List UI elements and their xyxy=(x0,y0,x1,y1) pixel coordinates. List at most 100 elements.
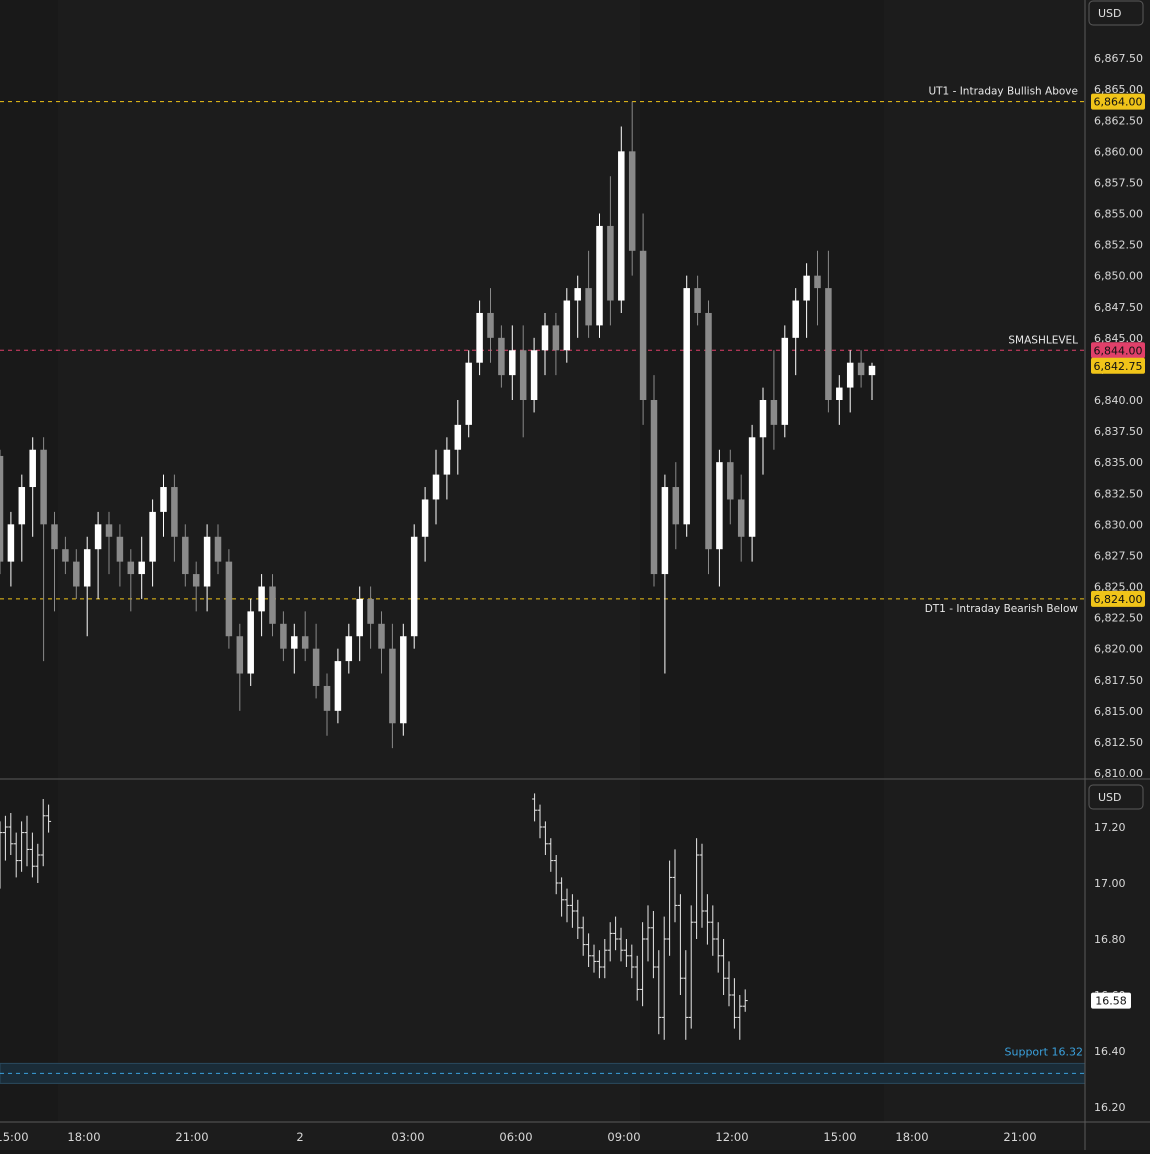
price-tick-label: 6,827.50 xyxy=(1094,549,1143,562)
candle-body xyxy=(476,312,483,363)
candle-body xyxy=(378,623,385,649)
last-price-badge-text: 6,842.75 xyxy=(1094,360,1143,373)
candle-body xyxy=(334,661,342,711)
currency-button-sub[interactable]: USD xyxy=(1088,784,1144,810)
price-tick-label: 6,837.50 xyxy=(1094,425,1143,438)
time-tick-label: 21:00 xyxy=(1003,1130,1036,1144)
candle-body xyxy=(737,499,745,537)
price-tick-label: 6,810.00 xyxy=(1094,767,1143,780)
price-tick-label: 6,835.00 xyxy=(1094,456,1143,469)
candle xyxy=(705,300,712,575)
price-tick-label: 6,855.00 xyxy=(1094,208,1143,221)
candle-body xyxy=(18,487,26,525)
candle-body xyxy=(836,387,843,400)
price-tick-label: 6,847.50 xyxy=(1094,301,1143,314)
level-label: DT1 - Intraday Bearish Below xyxy=(925,603,1079,615)
candle-body xyxy=(661,487,669,575)
candle-body xyxy=(160,487,167,512)
currency-button-main-label[interactable]: USD xyxy=(1098,7,1122,20)
candle-body xyxy=(225,561,233,637)
candle-body xyxy=(312,648,320,686)
candle-body xyxy=(203,536,211,587)
candle-body xyxy=(269,586,276,624)
candle-body xyxy=(345,636,353,662)
candle-body xyxy=(389,648,396,724)
candle-body xyxy=(29,449,36,488)
candle-body xyxy=(694,288,701,313)
candle xyxy=(596,213,603,338)
candle-body xyxy=(683,288,690,525)
candle-body xyxy=(116,536,124,562)
candle-body xyxy=(618,151,625,301)
candle-body xyxy=(291,636,298,649)
candle-body xyxy=(51,524,58,550)
price-tick-label: 6,850.00 xyxy=(1094,270,1143,283)
candle xyxy=(650,375,658,587)
candle-body xyxy=(410,536,418,637)
candle xyxy=(465,350,472,438)
indicator-last-badge-text: 16.58 xyxy=(1095,995,1127,1008)
candle-body xyxy=(770,400,778,425)
candle-body xyxy=(127,561,135,575)
candle-body xyxy=(846,362,854,388)
candle xyxy=(0,449,4,575)
level-label: SMASHLEVEL xyxy=(1008,334,1078,346)
candle-body xyxy=(192,574,200,587)
currency-button-sub-label[interactable]: USD xyxy=(1098,791,1122,804)
candle-body xyxy=(214,536,222,562)
candle xyxy=(618,126,625,313)
candle-body xyxy=(585,288,592,326)
candle-body xyxy=(367,598,374,624)
candle-body xyxy=(716,462,723,550)
indicator-tick-label: 16.40 xyxy=(1094,1045,1126,1058)
indicator-tick-label: 16.20 xyxy=(1094,1101,1126,1114)
time-tick-label: 09:00 xyxy=(607,1130,640,1144)
candle-body xyxy=(280,623,287,649)
candle-body xyxy=(400,636,407,724)
candle-body xyxy=(727,462,734,500)
candle-body xyxy=(236,636,244,674)
time-tick-label: 15:00 xyxy=(0,1130,29,1144)
candle-body xyxy=(454,424,462,450)
chart-background xyxy=(0,0,1150,1150)
candle-body xyxy=(149,511,156,562)
candle-body xyxy=(323,685,331,711)
price-tick-label: 6,852.50 xyxy=(1094,239,1143,252)
candle-body xyxy=(628,151,636,251)
candle-body xyxy=(596,225,603,326)
candle-body xyxy=(705,312,712,550)
candle-body xyxy=(803,275,810,301)
price-tick-label: 6,862.50 xyxy=(1094,114,1143,127)
chart-canvas[interactable]: UT1 - Intraday Bullish Above SMASHLEVEL DT… xyxy=(0,0,1150,1150)
indicator-tick-label: 17.20 xyxy=(1094,821,1126,834)
candle-body xyxy=(868,365,876,376)
level-price-badge-text: 6,844.00 xyxy=(1094,344,1143,357)
candle-body xyxy=(541,325,549,351)
indicator-tick-label: 17.00 xyxy=(1094,877,1126,890)
candle-body xyxy=(563,300,571,351)
candle-body xyxy=(94,524,102,550)
candle-body xyxy=(748,437,756,537)
level-label: UT1 - Intraday Bullish Above xyxy=(928,86,1078,98)
candle-body xyxy=(138,561,145,575)
candle-body xyxy=(7,524,15,562)
time-tick-label: 18:00 xyxy=(895,1130,928,1144)
currency-button-main[interactable]: USD xyxy=(1088,0,1144,26)
candle-body xyxy=(301,636,309,649)
price-tick-label: 6,812.50 xyxy=(1094,736,1143,749)
time-tick-label: 12:00 xyxy=(715,1130,748,1144)
level-price-badge-text: 6,864.00 xyxy=(1094,96,1143,109)
price-tick-label: 6,817.50 xyxy=(1094,674,1143,687)
price-tick-label: 6,820.00 xyxy=(1094,643,1143,656)
candle-body xyxy=(182,536,189,575)
candle-body xyxy=(509,350,516,376)
candle-body xyxy=(650,400,658,575)
candle-body xyxy=(639,250,647,400)
candle-body xyxy=(792,300,799,338)
level-price-badge-text: 6,824.00 xyxy=(1094,593,1143,606)
candle-body xyxy=(857,362,865,376)
time-tick-label: 15:00 xyxy=(823,1130,856,1144)
price-tick-label: 6,860.00 xyxy=(1094,145,1143,158)
price-tick-label: 6,857.50 xyxy=(1094,176,1143,189)
price-tick-label: 6,815.00 xyxy=(1094,705,1143,718)
